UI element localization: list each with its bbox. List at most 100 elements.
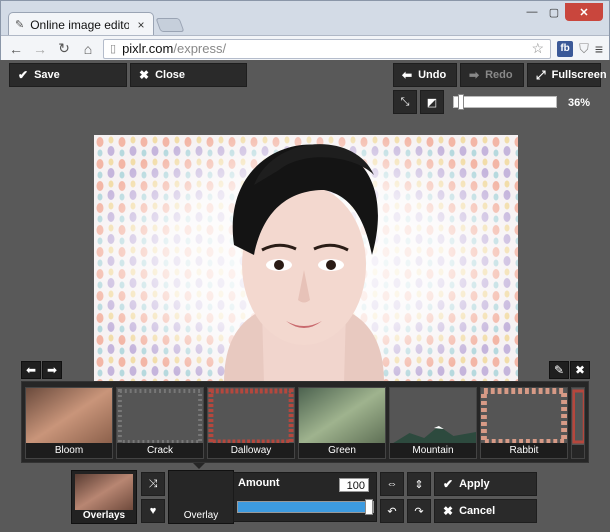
cancel-label: Cancel xyxy=(459,505,496,517)
overlays-preview xyxy=(75,474,133,510)
page-icon: ▯ xyxy=(110,43,117,55)
browser-tab[interactable]: ✎ Online image editor pix × xyxy=(8,12,154,36)
zoom-slider[interactable] xyxy=(453,94,557,110)
arrow-right-icon: ➡ xyxy=(46,363,58,377)
heart-icon: ♥ xyxy=(149,505,157,517)
amount-label: Amount xyxy=(238,477,280,489)
arrow-left-icon: ⬅ xyxy=(402,68,413,82)
flip-horizontal-button[interactable]: ⇔ xyxy=(380,472,404,496)
pin-icon: ✎ xyxy=(553,363,565,377)
address-bar[interactable]: ▯ pixlr.com/express/ ☆ xyxy=(103,38,552,59)
filter-label: Bloom xyxy=(26,443,112,458)
url-host: pixlr.com xyxy=(122,41,174,56)
filter-thumb-mountain[interactable]: Mountain xyxy=(389,387,477,459)
redo-label: Redo xyxy=(485,69,513,81)
apply-label: Apply xyxy=(459,478,490,490)
amount-input[interactable]: 100 xyxy=(339,478,369,492)
rotate-right-button[interactable]: ↷ xyxy=(407,499,431,523)
rotate-right-icon: ↷ xyxy=(414,505,424,518)
zoom-slider-handle[interactable] xyxy=(457,94,464,110)
amount-slider-fill xyxy=(238,502,373,512)
portrait-photo xyxy=(224,144,384,383)
save-button[interactable]: ✔ Save xyxy=(9,63,127,87)
selected-overlay-label: Overlay xyxy=(183,510,219,521)
filmstrip-close-button[interactable]: ✖ xyxy=(570,361,590,379)
fullscreen-button[interactable]: ⤢ Fullscreen xyxy=(527,63,607,87)
filter-label: Rabbit xyxy=(481,443,567,458)
window-controls: — ▢ ✕ xyxy=(521,3,603,21)
reload-icon[interactable]: ↻ xyxy=(55,40,73,58)
filter-label: Crack xyxy=(117,443,203,458)
forward-icon[interactable]: → xyxy=(31,40,49,58)
undo-button[interactable]: ⬅ Undo xyxy=(393,63,457,87)
x-icon: ✖ xyxy=(443,504,454,518)
flip-vertical-button[interactable]: ⇕ xyxy=(407,472,431,496)
bloom-preview xyxy=(26,388,112,445)
filter-label: Green xyxy=(299,443,385,458)
close-button[interactable]: ✖ Close xyxy=(130,63,247,87)
shuffle-icon: ⤨ xyxy=(148,477,158,490)
window-close-icon[interactable]: ✕ xyxy=(565,3,603,21)
favorite-button[interactable]: ♥ xyxy=(141,499,165,523)
filter-thumb-green[interactable]: Green xyxy=(298,387,386,459)
selected-overlay[interactable]: Overlay xyxy=(168,470,234,524)
apply-button[interactable]: ✔ Apply xyxy=(434,472,537,496)
save-label: Save xyxy=(34,69,60,81)
tab-title: Online image editor pix xyxy=(30,17,129,32)
random-filter-button[interactable]: ⤨ xyxy=(141,472,165,496)
actual-size-icon[interactable]: ⤡ xyxy=(393,90,417,114)
filmstrip-next-button[interactable]: ➡ xyxy=(42,361,62,379)
expand-icon: ⤢ xyxy=(536,67,546,82)
amount-slider[interactable] xyxy=(237,499,374,515)
green-preview xyxy=(299,388,385,445)
menu-icon[interactable]: ≡ xyxy=(595,41,603,57)
check-icon: ✔ xyxy=(18,68,29,82)
minimize-icon[interactable]: — xyxy=(521,3,543,21)
image-canvas[interactable] xyxy=(94,135,518,383)
cancel-button[interactable]: ✖ Cancel xyxy=(434,499,537,523)
close-icon: ✖ xyxy=(574,363,586,377)
new-tab-button[interactable] xyxy=(155,18,185,32)
fit-screen-icon[interactable]: ◩ xyxy=(420,90,444,114)
bookmark-star-icon[interactable]: ☆ xyxy=(532,40,545,57)
close-label: Close xyxy=(155,69,186,81)
maximize-icon[interactable]: ▢ xyxy=(543,3,565,21)
browser-chrome: ✎ Online image editor pix × — ▢ ✕ ← → ↻ … xyxy=(0,0,610,61)
filmstrip-prev-button[interactable]: ⬅ xyxy=(21,361,41,379)
mountain-preview xyxy=(390,388,476,445)
zoom-percent: 36% xyxy=(568,97,591,109)
dalloway-preview xyxy=(208,388,294,445)
filter-thumb-dalloway[interactable]: Dalloway xyxy=(207,387,295,459)
arrow-left-icon: ⬅ xyxy=(25,363,37,377)
tab-close-icon[interactable]: × xyxy=(135,18,147,32)
filter-thumb-rabbit[interactable]: Rabbit xyxy=(480,387,568,459)
flip-horizontal-icon: ⇔ xyxy=(386,478,398,490)
fb-extension-icon[interactable]: fb xyxy=(557,40,574,57)
filter-label: Dalloway xyxy=(208,443,294,458)
amount-slider-handle[interactable] xyxy=(365,499,373,515)
partial-preview xyxy=(572,388,584,445)
filter-thumb-bloom[interactable]: Bloom xyxy=(25,387,113,459)
arrow-right-icon: ➡ xyxy=(469,68,480,82)
filter-thumb-partial[interactable] xyxy=(571,387,585,459)
undo-label: Undo xyxy=(418,69,447,81)
check-icon: ✔ xyxy=(443,477,454,491)
shield-icon[interactable]: ⛉ xyxy=(579,41,589,57)
home-icon[interactable]: ⌂ xyxy=(79,40,97,58)
category-overlays[interactable]: Overlays xyxy=(71,470,137,524)
filter-filmstrip: Bloom Crack Dalloway Green Mountain Rabb… xyxy=(21,381,589,463)
redo-button[interactable]: ➡ Redo xyxy=(460,63,524,87)
back-icon[interactable]: ← xyxy=(7,40,25,58)
pen-icon: ✎ xyxy=(15,19,25,31)
filter-label: Mountain xyxy=(390,443,476,458)
url-path: /express/ xyxy=(173,41,227,56)
rotate-left-icon: ↶ xyxy=(387,505,397,518)
pin-button[interactable]: ✎ xyxy=(549,361,569,379)
fullscreen-label: Fullscreen xyxy=(551,69,607,81)
browser-toolbar: ← → ↻ ⌂ ▯ pixlr.com/express/ ☆ fb ⛉ ≡ xyxy=(1,35,609,61)
rotate-left-button[interactable]: ↶ xyxy=(380,499,404,523)
crack-preview xyxy=(117,388,203,445)
category-label: Overlays xyxy=(82,510,126,521)
rabbit-preview xyxy=(481,388,567,445)
filter-thumb-crack[interactable]: Crack xyxy=(116,387,204,459)
